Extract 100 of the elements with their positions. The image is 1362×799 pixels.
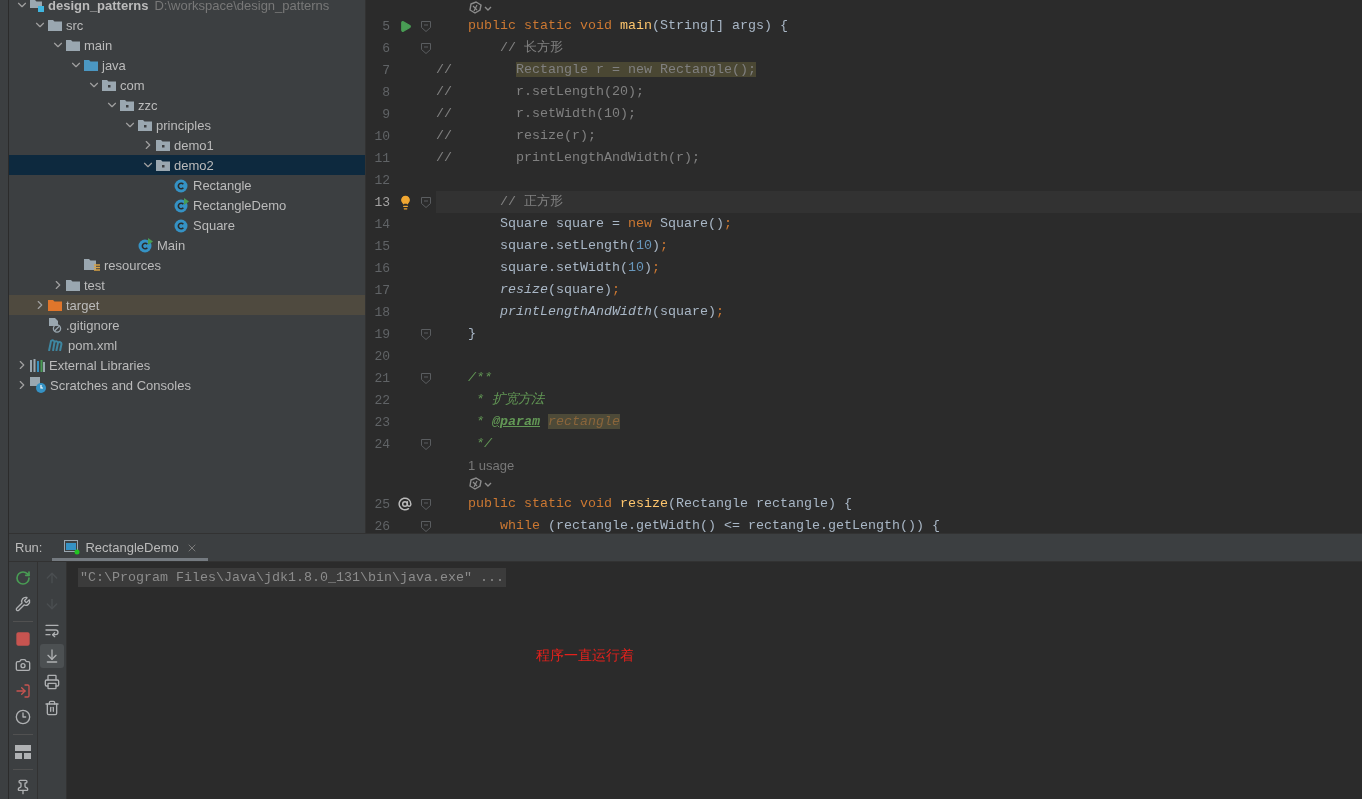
annotation-text: 程序一直运行着 bbox=[536, 647, 634, 665]
run-label: Run: bbox=[14, 539, 44, 557]
tree-row[interactable]: pom.xml bbox=[9, 335, 365, 355]
line-number: 8 bbox=[381, 84, 390, 100]
tree-label: demo2 bbox=[174, 157, 214, 173]
fold-icon[interactable] bbox=[421, 42, 431, 54]
tree-row[interactable]: src bbox=[9, 15, 365, 35]
tree-row[interactable]: java bbox=[9, 55, 365, 75]
fold-icon[interactable] bbox=[421, 520, 431, 532]
tree-row[interactable]: target bbox=[9, 295, 365, 315]
tree-label: main bbox=[84, 37, 113, 53]
exit-icon bbox=[15, 683, 31, 699]
line-number: 5 bbox=[381, 18, 390, 34]
fold-icon[interactable] bbox=[421, 372, 431, 384]
code-line: } bbox=[467, 325, 476, 343]
folder-icon bbox=[48, 299, 62, 311]
tree-row[interactable]: design_patterns D:\workspace\design_patterns bbox=[9, 0, 365, 15]
class-icon bbox=[174, 217, 189, 233]
fold-icon[interactable] bbox=[421, 328, 431, 340]
tree-label: Main bbox=[157, 237, 186, 253]
line-number: 15 bbox=[373, 238, 390, 254]
line-number: 19 bbox=[373, 326, 390, 342]
tree-row[interactable]: .gitignore bbox=[9, 315, 365, 335]
fold-icon[interactable] bbox=[421, 498, 431, 510]
code-line: // printLengthAndWidth(r); bbox=[436, 149, 700, 167]
line-number: 11 bbox=[373, 150, 390, 166]
tree-row[interactable]: demo1 bbox=[9, 135, 365, 155]
line-number: 6 bbox=[381, 40, 390, 56]
fold-icon[interactable] bbox=[421, 20, 431, 32]
usage-hint[interactable]: 1 usage bbox=[436, 457, 515, 473]
fold-icon[interactable] bbox=[421, 438, 431, 450]
code-line: */ bbox=[475, 435, 492, 453]
tree-row[interactable]: com bbox=[9, 75, 365, 95]
tree-label: pom.xml bbox=[68, 337, 118, 353]
toolbar-button[interactable] bbox=[40, 644, 64, 668]
line-number: 10 bbox=[373, 128, 390, 144]
code-line: * @param rectangle bbox=[475, 413, 620, 431]
tree-label: src bbox=[66, 17, 84, 33]
path-hint: D:\workspace\design_patterns bbox=[154, 0, 330, 13]
code-line: // r.setLength(20); bbox=[436, 83, 644, 101]
code-line: square.setWidth(10); bbox=[499, 259, 660, 277]
folder-icon bbox=[84, 59, 98, 71]
tree-label: RectangleDemo bbox=[193, 197, 287, 213]
tree-label: principles bbox=[156, 117, 211, 133]
line-number: 21 bbox=[373, 370, 390, 386]
runnable-class-icon bbox=[138, 237, 153, 253]
tree-row[interactable]: RectangleDemo bbox=[9, 195, 365, 215]
stop-icon bbox=[15, 631, 31, 647]
tree-label: target bbox=[66, 297, 100, 313]
code-line: /** bbox=[467, 369, 492, 387]
line-number: 17 bbox=[373, 282, 390, 298]
code-line: public static void main(String[] args) { bbox=[467, 17, 788, 35]
tree-row[interactable]: External Libraries bbox=[9, 355, 365, 375]
code-line: // resize(r); bbox=[436, 127, 596, 145]
tree-label: zzc bbox=[138, 97, 158, 113]
class-icon bbox=[174, 177, 189, 193]
package-icon bbox=[102, 79, 116, 91]
at-sign-icon[interactable] bbox=[398, 497, 412, 511]
tree-row[interactable]: demo2 bbox=[9, 155, 365, 175]
tree-row[interactable]: principles bbox=[9, 115, 365, 135]
tree-row[interactable]: resources bbox=[9, 255, 365, 275]
line-number: 24 bbox=[373, 436, 390, 452]
line-number: 16 bbox=[373, 260, 390, 276]
layout-icon bbox=[15, 745, 31, 759]
code-line: while (rectangle.getWidth() <= rectangle.getLength()) { bbox=[499, 517, 940, 533]
swirl-dropdown-icon[interactable] bbox=[468, 477, 494, 491]
folder-icon bbox=[66, 279, 80, 291]
line-number: 23 bbox=[373, 414, 390, 430]
tree-row[interactable]: test bbox=[9, 275, 365, 295]
tree-row[interactable]: Rectangle bbox=[9, 175, 365, 195]
rerun-icon bbox=[15, 570, 31, 586]
tree-label: java bbox=[102, 57, 126, 73]
tree-row[interactable]: Square bbox=[9, 215, 365, 235]
tree-label: test bbox=[84, 277, 105, 293]
console-window-icon bbox=[64, 540, 81, 555]
code-line: * 扩宽方法 bbox=[475, 391, 544, 409]
tree-row[interactable]: Main bbox=[9, 235, 365, 255]
tree-label: com bbox=[120, 77, 145, 93]
tree-label: resources bbox=[104, 257, 162, 273]
folder-icon bbox=[48, 19, 62, 31]
tree-label: Scratches and Consoles bbox=[50, 377, 191, 393]
scroll-to-end-icon bbox=[44, 648, 60, 664]
folder-icon bbox=[66, 39, 80, 51]
tree-row[interactable]: zzc bbox=[9, 95, 365, 115]
code-line: Square square = new Square(); bbox=[499, 215, 732, 233]
tree-row[interactable]: main bbox=[9, 35, 365, 55]
fold-icon[interactable] bbox=[421, 196, 431, 208]
camera-icon bbox=[15, 657, 31, 673]
code-line: // 长方形 bbox=[499, 39, 563, 57]
package-icon bbox=[156, 139, 170, 151]
libraries-icon bbox=[30, 358, 45, 372]
run-icon[interactable] bbox=[398, 19, 412, 33]
pin-icon bbox=[15, 779, 31, 795]
line-number: 18 bbox=[373, 304, 390, 320]
line-number: 25 bbox=[373, 496, 390, 512]
swirl-dropdown-icon[interactable] bbox=[468, 0, 494, 15]
tree-row[interactable]: Scratches and Consoles bbox=[9, 375, 365, 395]
package-icon bbox=[138, 119, 152, 131]
line-number: 7 bbox=[381, 62, 390, 78]
printer-icon bbox=[44, 674, 60, 690]
